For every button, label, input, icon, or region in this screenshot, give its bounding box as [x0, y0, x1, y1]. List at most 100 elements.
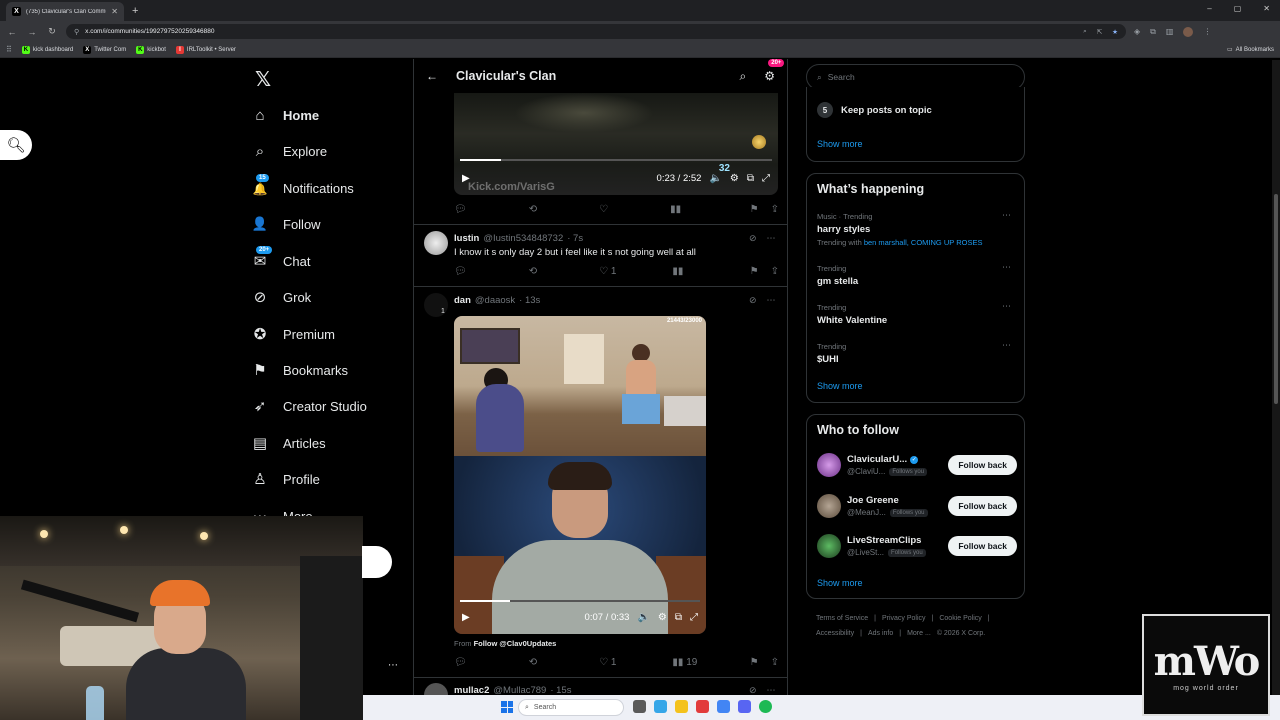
discord-icon[interactable] — [738, 700, 751, 713]
trend-item[interactable]: Trending $UHI ⋯ — [817, 340, 1015, 365]
profile-avatar[interactable] — [1183, 26, 1194, 37]
fullscreen-icon[interactable]: ⤢ — [762, 173, 770, 184]
windows-start-icon[interactable] — [501, 701, 513, 713]
views-icon[interactable]: ▮▮ — [670, 204, 681, 215]
show-more-link[interactable]: Show more — [817, 139, 863, 149]
reply-icon[interactable]: 💬︎ — [454, 266, 467, 277]
author-handle[interactable]: @Mullac789 — [493, 685, 546, 695]
account-more-icon[interactable]: ⋯ — [388, 660, 398, 671]
trend-item[interactable]: Music · Trending harry styles Trending w… — [817, 210, 1015, 247]
minimize-icon[interactable]: – — [1207, 4, 1211, 13]
repost-icon[interactable]: ⟲ — [529, 204, 537, 215]
grok-icon[interactable]: ⊘ — [749, 233, 757, 244]
nav-bookmarks[interactable]: ⚑ Bookmarks — [250, 359, 348, 381]
trend-item[interactable]: Trending gm stella ⋯ — [817, 262, 1015, 287]
avatar[interactable] — [817, 494, 841, 518]
like-icon[interactable]: ♡ — [599, 204, 608, 215]
pip-icon[interactable]: ⧉ — [747, 173, 754, 184]
show-more-link[interactable]: Show more — [817, 381, 863, 391]
like-icon[interactable]: ♡ 1 — [599, 657, 616, 668]
community-settings-icon[interactable]: ⚙ 20+ — [764, 59, 785, 83]
show-more-link[interactable]: Show more — [817, 578, 863, 588]
follow-back-button[interactable]: Follow back — [948, 536, 1017, 556]
follow-suggestion[interactable]: Joe Greene @MeanJ... Follows you Follow b… — [817, 491, 1017, 521]
back-icon[interactable]: ← — [6, 27, 18, 37]
bookmark-icon[interactable]: ⚑ — [750, 204, 759, 215]
share-icon[interactable]: ⇪ — [771, 204, 779, 215]
play-icon[interactable]: ▶ — [462, 612, 470, 623]
url-field[interactable]: ⚲ x.com/i/communities/199279752025934688… — [66, 24, 1126, 39]
follow-back-button[interactable]: Follow back — [948, 496, 1017, 516]
follow-suggestion[interactable]: LiveStreamClips @LiveSt... Follows you Fo… — [817, 531, 1017, 561]
back-arrow-icon[interactable]: ← — [426, 69, 438, 83]
share-icon[interactable]: ⇪ — [771, 657, 779, 668]
menu-icon[interactable]: ⋮ — [1203, 27, 1211, 36]
task-view-icon[interactable] — [633, 700, 646, 713]
avatar[interactable] — [817, 534, 841, 558]
taskbar-search[interactable]: ⌕ Search — [518, 699, 624, 716]
bookmark-2[interactable]: K kickbot — [136, 45, 166, 54]
x-logo-icon[interactable]: 𝕏 — [255, 67, 271, 92]
avatar[interactable] — [424, 231, 448, 255]
pip-icon[interactable]: ⧉ — [675, 612, 682, 623]
forward-icon[interactable]: → — [26, 27, 38, 37]
nav-home[interactable]: ⌂ Home — [250, 104, 319, 126]
grok-icon[interactable]: ⊘ — [749, 685, 757, 695]
lens-search-icon[interactable]: 🔍︎ — [0, 130, 32, 160]
post-time[interactable]: · 7s — [567, 233, 583, 244]
repost-icon[interactable]: ⟲ — [529, 266, 537, 277]
avatar[interactable] — [817, 453, 841, 477]
views-icon[interactable]: ▮▮ — [672, 266, 683, 277]
file-explorer-icon[interactable] — [675, 700, 688, 713]
close-window-icon[interactable]: ✕ — [1263, 4, 1270, 13]
video-progress-bar[interactable] — [460, 600, 700, 602]
bookmark-star-icon[interactable]: ★ — [1112, 28, 1118, 36]
more-icon[interactable]: ⋯ — [767, 233, 776, 244]
author-handle[interactable]: @Iustin534848732 — [483, 233, 563, 244]
mute-icon[interactable]: 🔈 — [637, 612, 649, 623]
spotify-icon[interactable] — [759, 700, 772, 713]
page-scrollbar[interactable] — [1272, 60, 1280, 696]
post-time[interactable]: · 15s — [550, 685, 571, 695]
settings-icon[interactable]: ⚙ — [658, 612, 667, 623]
search-icon[interactable]: ⌕ — [740, 69, 747, 84]
author-name[interactable]: mullac2 — [454, 685, 489, 695]
reply-icon[interactable]: 💬︎ — [454, 204, 467, 215]
more-icon[interactable]: ⋯ — [767, 685, 776, 695]
more-icon[interactable]: ⋯ — [1002, 210, 1011, 221]
more-icon[interactable]: ⋯ — [767, 295, 776, 306]
more-icon[interactable]: ⋯ — [1002, 262, 1011, 273]
video-progress-bar[interactable] — [460, 159, 772, 161]
zoom-icon[interactable]: ⌕ — [1083, 28, 1087, 36]
bookmark-1[interactable]: X Twitter Com — [83, 45, 126, 54]
browser-tab[interactable]: X (735) Clavicular's Clan Commu... ✕ — [6, 2, 124, 21]
app-icon[interactable] — [696, 700, 709, 713]
close-tab-icon[interactable]: ✕ — [111, 7, 118, 16]
chrome-icon[interactable] — [717, 700, 730, 713]
nav-profile[interactable]: ♙ Profile — [250, 468, 320, 490]
avatar[interactable] — [424, 683, 448, 695]
grok-icon[interactable]: ⊘ — [749, 295, 757, 306]
nav-notifications[interactable]: 🔔 15 Notifications — [250, 173, 354, 199]
author-name[interactable]: Iustin — [454, 233, 479, 244]
author-name[interactable]: dan — [454, 295, 471, 306]
nav-follow[interactable]: 👤 Follow — [250, 213, 321, 235]
nav-chat[interactable]: ✉ 20+ Chat — [250, 246, 310, 272]
bookmark-icon[interactable]: ⚑ — [750, 266, 759, 277]
follow-back-button[interactable]: Follow back — [948, 455, 1017, 475]
like-icon[interactable]: ♡ 1 — [599, 266, 616, 277]
share-icon[interactable]: ⇪ — [771, 266, 779, 277]
install-icon[interactable]: ⇱ — [1097, 28, 1102, 36]
fullscreen-icon[interactable]: ⤢ — [690, 612, 698, 623]
apps-icon[interactable]: ⠿ — [6, 45, 12, 54]
reload-icon[interactable]: ↻ — [46, 26, 58, 37]
views-icon[interactable]: ▮▮ 19 — [672, 657, 697, 668]
follow-suggestion[interactable]: ClavicularU... ✓ @ClaviU... Follows you Fo… — [817, 450, 1017, 480]
more-icon[interactable]: ⋯ — [1002, 340, 1011, 351]
video-player[interactable]: 21443/23000 ▶ 0:07 / 0:33 🔈 ⚙ ⧉ ⤢ — [454, 316, 706, 634]
all-bookmarks[interactable]: ▭ All Bookmarks — [1227, 46, 1274, 54]
nav-articles[interactable]: ▤ Articles — [250, 432, 326, 454]
author-handle[interactable]: @daaosk — [475, 295, 515, 306]
nav-premium[interactable]: ✪ Premium — [250, 323, 335, 345]
nav-creator-studio[interactable]: ➶ Creator Studio — [250, 395, 367, 417]
